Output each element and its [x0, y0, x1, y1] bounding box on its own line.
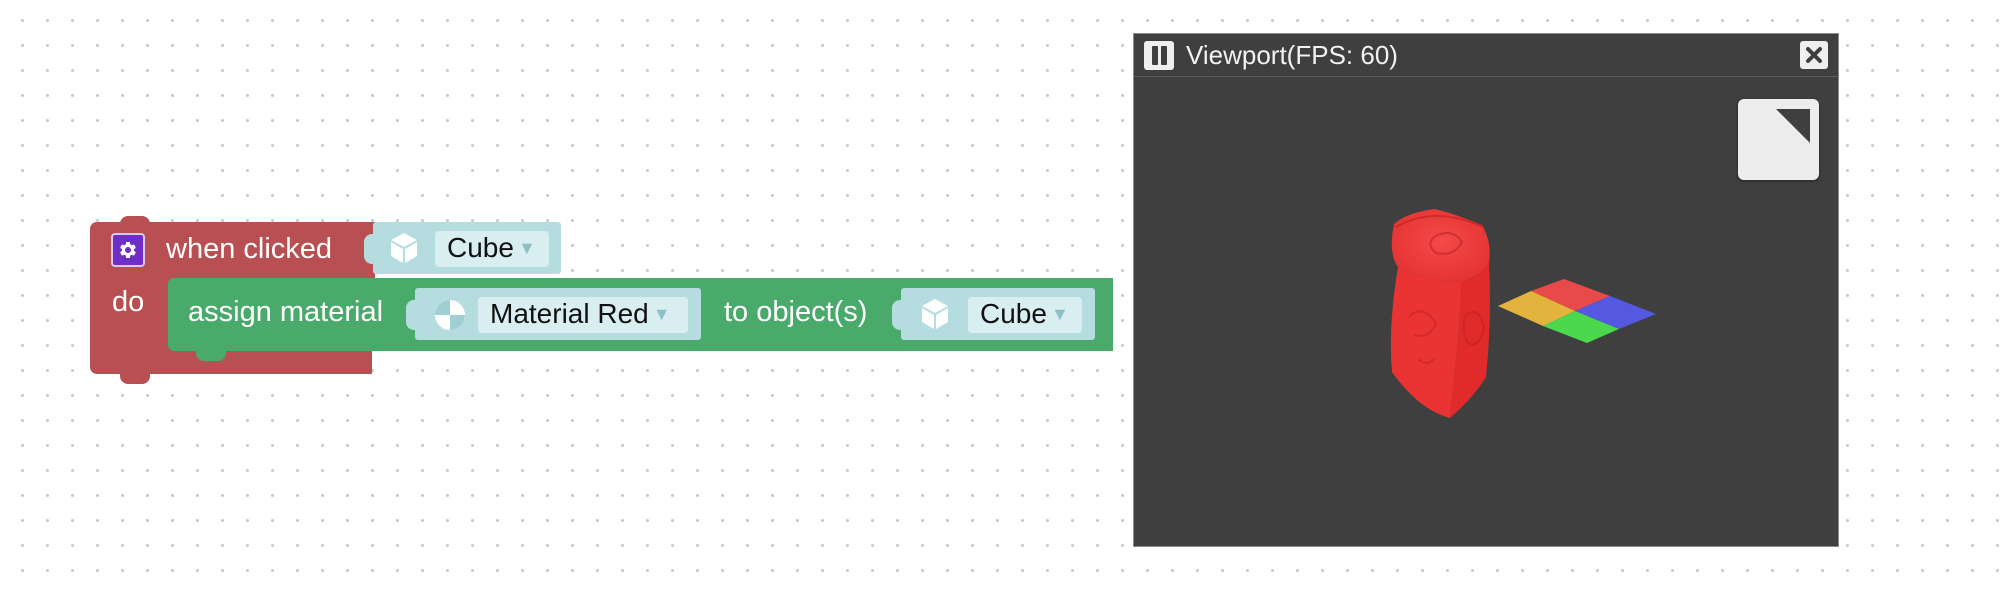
when-clicked-label: when clicked	[166, 233, 333, 265]
target-object-value: Cube	[980, 298, 1047, 329]
event-object-value: Cube	[447, 232, 514, 263]
viewport-title: Viewport(FPS: 60)	[1186, 40, 1398, 70]
action-block-bottom-notch	[196, 351, 226, 361]
target-object-input[interactable]: Cube ▼	[892, 288, 1095, 340]
gear-icon[interactable]	[111, 233, 145, 267]
red-cube[interactable]	[1390, 209, 1490, 418]
viewport-window[interactable]: Viewport(FPS: 60)	[1133, 33, 1839, 547]
scene-canvas[interactable]	[1134, 77, 1838, 546]
event-block-footer	[90, 348, 372, 374]
assign-material-block[interactable]: assign material Material Red ▼ to object(…	[168, 278, 1113, 361]
pause-icon[interactable]	[1144, 41, 1174, 70]
close-icon[interactable]	[1800, 41, 1828, 69]
to-objects-label: to object(s)	[724, 296, 868, 328]
cube-icon	[391, 233, 417, 263]
chevron-down-icon: ▼	[652, 304, 671, 324]
cube-icon	[922, 299, 948, 329]
input-connector	[364, 234, 378, 264]
chevron-down-icon: ▼	[1050, 304, 1069, 324]
material-icon	[435, 300, 465, 330]
event-block-bottom-notch	[120, 372, 150, 384]
event-object-dropdown[interactable]: Cube ▼	[435, 231, 549, 267]
material-input[interactable]: Material Red ▼	[406, 288, 701, 340]
input-connector	[892, 300, 906, 330]
target-object-dropdown[interactable]: Cube ▼	[968, 297, 1082, 333]
chevron-down-icon: ▼	[517, 238, 536, 258]
do-label: do	[112, 286, 145, 318]
assign-material-label: assign material	[188, 296, 384, 328]
event-object-input[interactable]: Cube ▼	[364, 222, 561, 274]
viewport-titlebar[interactable]: Viewport(FPS: 60)	[1134, 34, 1838, 77]
material-value: Material Red	[490, 298, 649, 329]
material-dropdown[interactable]: Material Red ▼	[478, 297, 688, 333]
color-plane[interactable]	[1498, 279, 1656, 343]
input-connector	[406, 300, 420, 330]
